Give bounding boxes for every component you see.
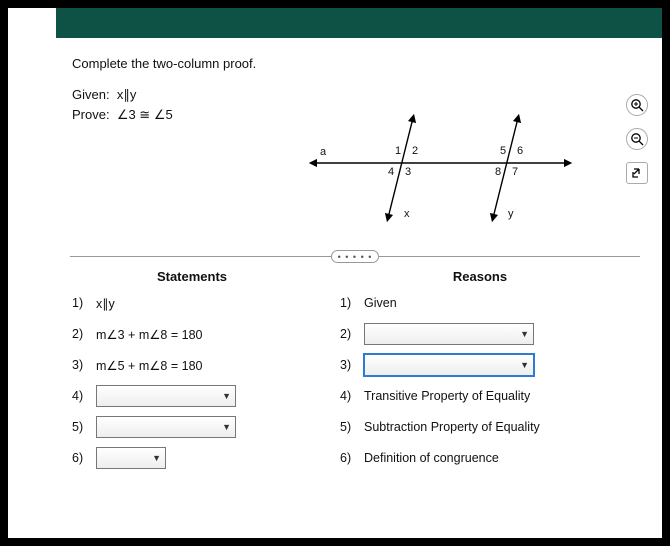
reason-num-5: 5) (340, 420, 358, 434)
reason-num-4: 4) (340, 389, 358, 403)
zoom-in-button[interactable] (626, 94, 648, 116)
reason-dropdown-3[interactable] (364, 354, 534, 376)
given-label: Given: (72, 87, 110, 102)
angle-7: 7 (512, 166, 518, 178)
reason-dropdown-2[interactable] (364, 323, 534, 345)
stmt-num-1: 1) (72, 296, 90, 310)
angle-4: 4 (388, 166, 394, 178)
reason-text-4: Transitive Property of Equality (364, 389, 530, 403)
stmt-num-4: 4) (72, 389, 90, 403)
reason-text-1: Given (364, 296, 397, 310)
reason-num-2: 2) (340, 327, 358, 341)
reasons-column: Reasons 1) Given 2) 3) 4) Transitive Prope… (340, 269, 620, 478)
header-bar (56, 8, 662, 38)
diagram: a x y 1 2 3 4 5 6 7 8 (308, 108, 598, 228)
reason-text-6: Definition of congruence (364, 451, 499, 465)
stmt-num-5: 5) (72, 420, 90, 434)
reason-num-1: 1) (340, 296, 358, 310)
angle-6: 6 (517, 145, 523, 157)
reason-text-5: Subtraction Property of Equality (364, 420, 540, 434)
angle-8: 8 (495, 166, 501, 178)
worksheet-frame: Complete the two-column proof. Given: x∥… (8, 8, 662, 538)
prompt-text: Complete the two-column proof. (72, 56, 640, 71)
statements-column: Statements 1) x∥y 2) m∠3 + m∠8 = 180 3) m∠5… (72, 269, 312, 478)
given-value: x∥y (117, 87, 137, 102)
popout-button[interactable] (626, 162, 648, 184)
content-area: Complete the two-column proof. Given: x∥… (8, 38, 662, 478)
angle-5: 5 (500, 145, 506, 157)
angle-3: 3 (405, 166, 411, 178)
reasons-header: Reasons (340, 269, 620, 284)
angle-1: 1 (395, 145, 401, 157)
stmt-dropdown-4[interactable] (96, 385, 236, 407)
stmt-text-1: x∥y (96, 296, 115, 311)
proof-table: Statements 1) x∥y 2) m∠3 + m∠8 = 180 3) m∠5… (72, 269, 640, 478)
prove-value: ∠3 ≅ ∠5 (117, 107, 173, 122)
divider: • • • • • (70, 256, 640, 257)
statements-header: Statements (72, 269, 312, 284)
line-label-a: a (320, 146, 326, 158)
stmt-dropdown-5[interactable] (96, 416, 236, 438)
ellipsis-tab[interactable]: • • • • • (331, 250, 379, 263)
transversal-x-label: x (404, 208, 410, 220)
angle-2: 2 (412, 145, 418, 157)
stmt-text-3: m∠5 + m∠8 = 180 (96, 358, 203, 373)
stmt-num-3: 3) (72, 358, 90, 372)
stmt-num-6: 6) (72, 451, 90, 465)
transversal-y-label: y (508, 208, 514, 220)
stmt-text-2: m∠3 + m∠8 = 180 (96, 327, 203, 342)
zoom-out-button[interactable] (626, 128, 648, 150)
stmt-dropdown-6[interactable] (96, 447, 166, 469)
toolbar (626, 94, 648, 184)
reason-num-3: 3) (340, 358, 358, 372)
prove-label: Prove: (72, 107, 110, 122)
reason-num-6: 6) (340, 451, 358, 465)
stmt-num-2: 2) (72, 327, 90, 341)
